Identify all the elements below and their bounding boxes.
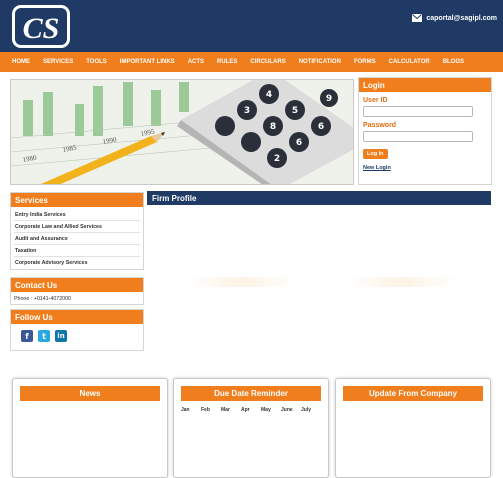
month-apr[interactable]: Apr <box>241 407 261 413</box>
facebook-icon[interactable]: f <box>21 330 33 342</box>
month-july[interactable]: July <box>301 407 321 413</box>
main-nav: HOME SERVICES TOOLS IMPORTANT LINKS ACTS… <box>0 52 503 72</box>
contact-panel: Contact Us Phone : +0141-4072000 <box>10 277 144 305</box>
calc-key: 4 <box>266 90 272 100</box>
login-button[interactable]: Log In <box>363 149 388 159</box>
news-box: News <box>12 378 168 478</box>
twitter-icon[interactable]: t <box>38 330 50 342</box>
calc-key: 6 <box>296 138 302 148</box>
calc-key: 9 <box>326 94 332 104</box>
contact-phone: Phone : +0141-4072000 <box>14 296 71 302</box>
month-tabs: Jan Feb Mar Apr May June July <box>174 401 328 419</box>
follow-title: Follow Us <box>11 310 143 324</box>
nav-acts[interactable]: ACTS <box>188 59 204 65</box>
nav-tools[interactable]: TOOLS <box>86 59 107 65</box>
contact-title: Contact Us <box>11 278 143 292</box>
firm-profile-title: Firm Profile <box>147 191 491 205</box>
banner-image: 1980 1985 1990 1995 4 5 6 9 3 8 6 2 <box>10 79 354 185</box>
nav-notification[interactable]: NOTIFICATION <box>299 59 341 65</box>
month-mar[interactable]: Mar <box>221 407 241 413</box>
nav-rules[interactable]: RULES <box>217 59 237 65</box>
follow-panel: Follow Us f t in <box>10 309 144 351</box>
service-item-taxation[interactable]: Taxation <box>14 245 140 257</box>
calc-key: 2 <box>274 154 280 164</box>
logo[interactable]: CS <box>12 5 70 48</box>
update-title: Update From Company <box>343 386 483 401</box>
login-title: Login <box>359 78 491 92</box>
nav-circulars[interactable]: CIRCULARS <box>250 59 285 65</box>
email-text: caportal@sagipl.com <box>426 14 497 22</box>
service-item-audit[interactable]: Audit and Assurance <box>14 233 140 245</box>
service-item-corporate-law[interactable]: Corporate Law and Allied Services <box>14 221 140 233</box>
nav-calculator[interactable]: CALCULATOR <box>389 59 430 65</box>
calc-key: 3 <box>244 106 250 116</box>
userid-label: User ID <box>363 97 388 104</box>
service-item-entry-india[interactable]: Entry India Services <box>14 209 140 221</box>
firm-profile-body <box>147 205 491 345</box>
site-header: CS caportal@sagipl.com <box>0 0 503 52</box>
email-link[interactable]: caportal@sagipl.com <box>412 14 497 22</box>
nav-important-links[interactable]: IMPORTANT LINKS <box>120 59 175 65</box>
calc-key: 6 <box>318 122 324 132</box>
due-date-box: Due Date Reminder Jan Feb Mar Apr May Ju… <box>173 378 329 478</box>
login-panel: Login User ID Password Log In New Login <box>358 77 492 185</box>
password-input[interactable] <box>363 131 473 142</box>
calc-key: 8 <box>270 122 276 132</box>
new-login-link[interactable]: New Login <box>363 165 491 171</box>
nav-services[interactable]: SERVICES <box>43 59 73 65</box>
news-title: News <box>20 386 160 401</box>
linkedin-icon[interactable]: in <box>55 330 67 342</box>
service-item-corporate-advisory[interactable]: Corporate Advisory Services <box>14 257 140 269</box>
nav-home[interactable]: HOME <box>12 59 30 65</box>
update-box: Update From Company <box>335 378 491 478</box>
calc-key: 5 <box>292 106 298 116</box>
month-jan[interactable]: Jan <box>181 407 201 413</box>
due-date-title: Due Date Reminder <box>181 386 321 401</box>
logo-text: CS <box>23 12 60 45</box>
services-panel: Services Entry India Services Corporate … <box>10 192 144 270</box>
nav-blogs[interactable]: BLOGS <box>443 59 464 65</box>
month-may[interactable]: May <box>261 407 281 413</box>
envelope-icon <box>412 14 423 22</box>
services-title: Services <box>11 193 143 207</box>
month-june[interactable]: June <box>281 407 301 413</box>
firm-profile: Firm Profile <box>147 191 491 345</box>
nav-forms[interactable]: FORMS <box>354 59 376 65</box>
month-feb[interactable]: Feb <box>201 407 221 413</box>
userid-input[interactable] <box>363 106 473 117</box>
password-label: Password <box>363 122 397 129</box>
